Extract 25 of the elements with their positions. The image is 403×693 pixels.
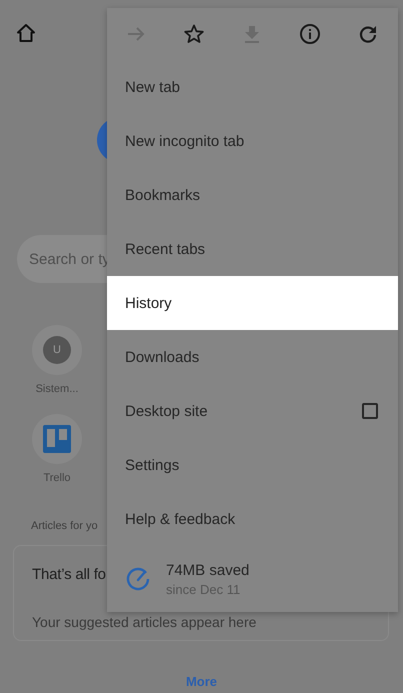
- menu-item[interactable]: Recent tabs: [107, 222, 398, 276]
- home-icon[interactable]: [16, 23, 36, 43]
- section-heading: Articles for yo: [31, 520, 98, 532]
- menu-item[interactable]: New incognito tab: [107, 114, 398, 168]
- checkbox[interactable]: [362, 403, 378, 419]
- star-icon[interactable]: [183, 23, 205, 45]
- saved-amount: 74MB saved: [166, 562, 250, 578]
- board-icon: [43, 425, 71, 453]
- site-letter-icon: U: [43, 336, 71, 364]
- card-text: Your suggested articles appear here: [32, 614, 256, 630]
- card-title: That’s all fo: [32, 566, 106, 583]
- menu-item[interactable]: Bookmarks: [107, 168, 398, 222]
- shortcut-label: Trello: [43, 472, 71, 484]
- menu-item[interactable]: Help & feedback: [107, 492, 398, 546]
- menu-row[interactable]: Desktop site: [107, 384, 398, 438]
- menu-item[interactable]: History: [107, 276, 398, 330]
- shortcut-tile[interactable]: U: [32, 325, 82, 375]
- menu-item[interactable]: New tab: [107, 60, 398, 114]
- shortcut-label: Sistem...: [36, 383, 78, 395]
- info-icon[interactable]: [299, 23, 321, 45]
- shortcut-tile[interactable]: [32, 414, 82, 464]
- menu-item[interactable]: Settings: [107, 438, 398, 492]
- gauge-icon: [125, 566, 151, 592]
- menu-item[interactable]: Downloads: [107, 330, 398, 384]
- menu-item-label: Desktop site: [125, 402, 209, 420]
